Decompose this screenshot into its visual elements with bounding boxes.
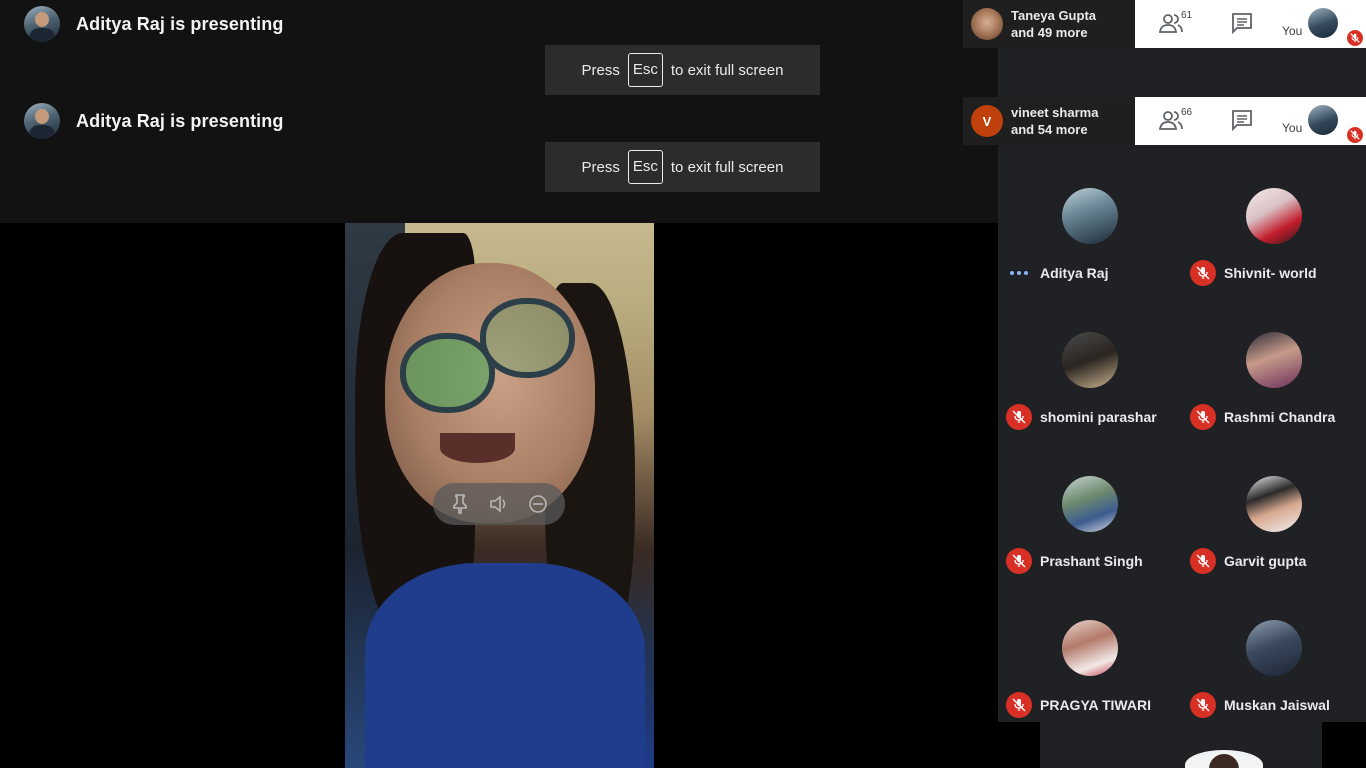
call-info-bar: Taneya Gupta and 49 more 61 You (963, 0, 1366, 48)
participant-tile[interactable]: PRAGYA TIWARI (998, 576, 1182, 720)
chat-icon[interactable] (1231, 12, 1255, 36)
participant-avatar (1246, 188, 1302, 244)
active-speaker: V vineet sharma and 54 more (963, 97, 1135, 145)
participant-name: PRAGYA TIWARI (1040, 697, 1151, 713)
exit-fullscreen-toast: Press Esc to exit full screen (545, 45, 820, 95)
tile-hover-controls (433, 483, 565, 525)
participant-name: Aditya Raj (1040, 265, 1109, 281)
meet-screen: Aditya Raj is presenting Press Esc to ex… (0, 0, 1366, 768)
toast-text-before: Press (581, 158, 620, 176)
speaker-name: Taneya Gupta (1011, 8, 1097, 23)
participant-tile[interactable]: Shivnit- world (1182, 144, 1366, 288)
speaker-text: Taneya Gupta and 49 more (1011, 7, 1096, 41)
participant-label: Garvit gupta (1190, 548, 1306, 574)
participant-label: Muskan Jaiswal (1190, 692, 1330, 718)
participant-label: Shivnit- world (1190, 260, 1317, 286)
you-label: You (1282, 24, 1303, 38)
participant-name: shomini parashar (1040, 409, 1157, 425)
partial-tile (1040, 722, 1322, 768)
pin-icon[interactable] (446, 490, 474, 518)
participant-name: Garvit gupta (1224, 553, 1307, 569)
participant-count: 66 (1181, 107, 1193, 118)
video-mouth (440, 433, 515, 463)
speaker-more: and 54 more (1011, 122, 1088, 137)
participant-tile[interactable]: Prashant Singh (998, 432, 1182, 576)
participant-tile[interactable]: shomini parashar (998, 288, 1182, 432)
participant-avatar (1246, 332, 1302, 388)
people-icon (1158, 14, 1183, 33)
video-shirt (365, 563, 645, 768)
people-icon (1158, 111, 1183, 130)
chat-icon[interactable] (1231, 109, 1255, 133)
presenting-text: Aditya Raj is presenting (76, 13, 284, 34)
speaker-name: vineet sharma (1011, 105, 1099, 120)
speaker-avatar (971, 8, 1003, 40)
partial-avatar (1185, 750, 1263, 768)
participant-count: 61 (1181, 10, 1193, 21)
participant-label: Aditya Raj (1006, 260, 1108, 286)
self-avatar[interactable] (1308, 105, 1338, 135)
toast-text-before: Press (581, 61, 620, 79)
participant-tile[interactable]: Garvit gupta (1182, 432, 1366, 576)
mic-off-icon (1006, 692, 1032, 718)
speaker-text: vineet sharma and 54 more (1011, 104, 1098, 138)
toast-text-after: to exit full screen (670, 61, 784, 79)
participant-avatar (1246, 476, 1302, 532)
call-info-bar: V vineet sharma and 54 more 66 You (963, 97, 1366, 145)
participants-button[interactable]: 61 (1158, 10, 1199, 38)
participant-name: Muskan Jaiswal (1224, 697, 1330, 713)
mic-off-icon (1347, 30, 1363, 46)
participant-label: PRAGYA TIWARI (1006, 692, 1151, 718)
presentation-banner-area: Aditya Raj is presenting Press Esc to ex… (0, 0, 998, 223)
participant-label: Prashant Singh (1006, 548, 1143, 574)
active-speaker: Taneya Gupta and 49 more (963, 0, 1135, 48)
grid-bottom-strip (998, 722, 1366, 768)
participant-avatar (1062, 476, 1118, 532)
presenter-avatar (24, 6, 60, 42)
participant-tile[interactable]: Rashmi Chandra (1182, 288, 1366, 432)
presenting-text: Aditya Raj is presenting (76, 110, 284, 131)
presenter-avatar (24, 103, 60, 139)
speaker-more: and 49 more (1011, 25, 1088, 40)
participant-tile[interactable]: Muskan Jaiswal (1182, 576, 1366, 720)
exit-fullscreen-toast: Press Esc to exit full screen (545, 142, 820, 192)
call-controls: 61 You (1135, 0, 1366, 48)
mic-off-icon (1190, 548, 1216, 574)
mic-off-icon (1190, 260, 1216, 286)
you-label: You (1282, 121, 1303, 135)
participant-avatar (1062, 620, 1118, 676)
participant-label: Rashmi Chandra (1190, 404, 1335, 430)
participant-name: Prashant Singh (1040, 553, 1143, 569)
mic-off-icon (1006, 548, 1032, 574)
participant-avatar (1062, 188, 1118, 244)
participant-tile[interactable]: Aditya Raj (998, 144, 1182, 288)
mic-off-icon (1190, 692, 1216, 718)
video-glasses (480, 298, 575, 378)
call-controls: 66 You (1135, 97, 1366, 145)
toast-text-after: to exit full screen (670, 158, 784, 176)
presenting-banner: Aditya Raj is presenting (24, 103, 283, 139)
mic-off-icon (1006, 404, 1032, 430)
mic-off-icon (1347, 127, 1363, 143)
participant-name: Shivnit- world (1224, 265, 1317, 281)
participant-avatar (1062, 332, 1118, 388)
speaking-indicator-icon (1006, 260, 1032, 286)
participant-avatar (1246, 620, 1302, 676)
self-avatar[interactable] (1308, 8, 1338, 38)
volume-icon[interactable] (485, 490, 513, 518)
speaker-avatar: V (971, 105, 1003, 137)
esc-key: Esc (627, 150, 663, 184)
mic-off-icon (1190, 404, 1216, 430)
esc-key: Esc (627, 53, 663, 87)
participant-name: Rashmi Chandra (1224, 409, 1336, 425)
presenting-banner: Aditya Raj is presenting (24, 6, 283, 42)
participant-label: shomini parashar (1006, 404, 1157, 430)
remove-icon[interactable] (524, 490, 552, 518)
participants-button[interactable]: 66 (1158, 107, 1199, 135)
